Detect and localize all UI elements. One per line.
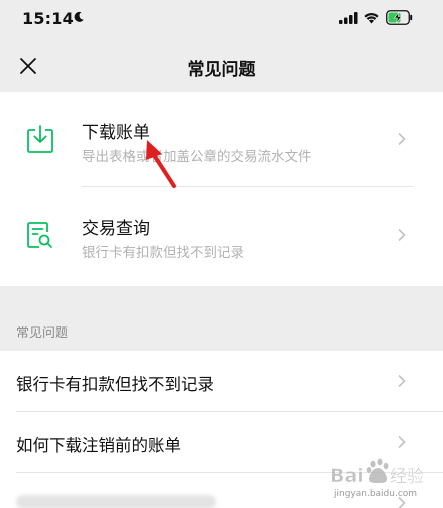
nav-bar: 常见问题 [0,42,443,90]
annotation-arrow-icon [146,140,176,188]
transaction-search-icon [27,222,52,248]
divider [82,186,413,187]
moon-icon [74,11,84,22]
download-bill-icon [27,125,53,153]
tool-subtitle: 导出表格或者加盖公章的交易流水文件 [82,149,312,165]
faq-section-header: 常见问题 [16,326,69,341]
watermark-url: jingyan.baidu.com [334,489,418,499]
faq-item-label: 如何下载注销前的账单 [16,436,181,455]
svg-text:Bai: Bai [330,465,364,487]
chevron-right-icon [398,374,406,388]
wifi-icon [364,13,379,24]
chevron-right-icon [398,228,406,242]
tool-transaction-search[interactable]: 交易查询 银行卡有扣款但找不到记录 [0,188,443,282]
faq-item[interactable]: 银行卡有扣款但找不到记录 [0,351,443,411]
tools-card: 下载账单 导出表格或者加盖公章的交易流水文件 交易查询 银行卡有扣款但找不到记录 [0,92,443,286]
status-time: 15:14 [22,9,74,28]
screen: 15:14 常见问题 下载账单 导出表格或者加盖公章的交易流水文件 交易查询 银… [0,0,443,508]
faq-item-label: 银行卡有扣款但找不到记录 [16,375,214,394]
status-bar: 15:14 [0,0,443,38]
chevron-right-icon [398,435,406,449]
tool-subtitle: 银行卡有扣款但找不到记录 [82,245,244,261]
page-title: 常见问题 [187,60,256,80]
chevron-right-icon [398,132,406,146]
signal-icon [339,12,358,24]
battery-charging-icon [386,10,413,25]
tool-download-bill[interactable]: 下载账单 导出表格或者加盖公章的交易流水文件 [0,92,443,186]
tool-title: 交易查询 [82,219,150,239]
svg-text:经验: 经验 [390,467,424,487]
blurred-text-placeholder [16,495,216,508]
